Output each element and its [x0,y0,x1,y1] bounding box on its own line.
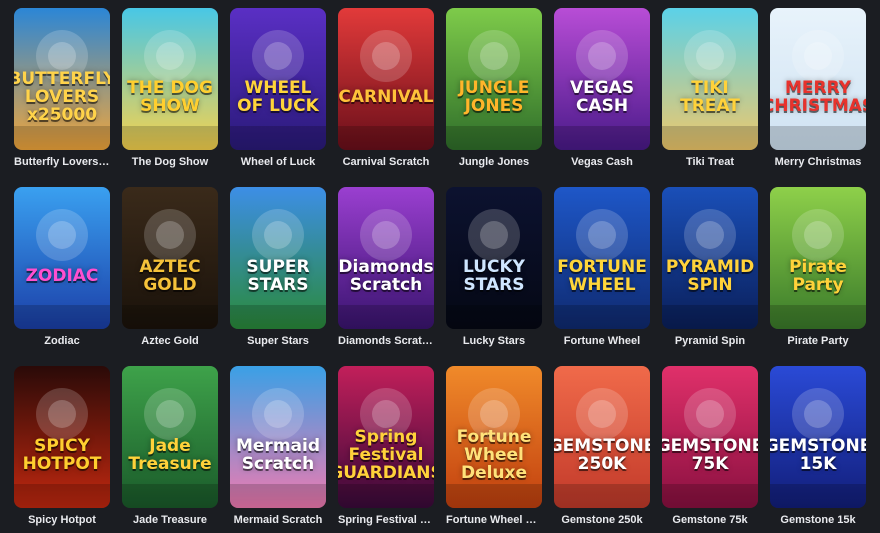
game-thumbnail[interactable]: GEMSTONE 75K [662,366,758,508]
game-title[interactable]: Zodiac [14,335,110,347]
game-thumbnail[interactable]: JUNGLE JONES [446,8,542,150]
game-thumbnail[interactable]: FORTUNE WHEEL [554,187,650,329]
game-thumbnail[interactable]: AZTEC GOLD [122,187,218,329]
game-title[interactable]: Jade Treasure [122,514,218,526]
game-logo-text: Jade Treasure [128,436,212,474]
game-title[interactable]: Gemstone 15k [770,514,866,526]
game-logo-text: SUPER STARS [246,257,310,295]
game-tile[interactable]: AZTEC GOLD Aztec Gold [122,187,218,347]
game-title[interactable]: Fortune Wheel [554,335,650,347]
game-thumbnail[interactable]: GEMSTONE 250K [554,366,650,508]
game-tile[interactable]: MERRY CHRISTMAS Merry Christmas [770,8,866,168]
game-logo-text: GEMSTONE 15K [770,436,866,474]
game-tile[interactable]: BUTTERFLY LOVERS x25000 Butterfly Lovers … [14,8,110,168]
game-logo-text: MERRY CHRISTMAS [770,78,866,116]
game-thumbnail[interactable]: SUPER STARS [230,187,326,329]
game-title[interactable]: Wheel of Luck [230,156,326,168]
game-logo-text: Diamonds Scratch [338,257,434,295]
game-title[interactable]: Diamonds Scratch [338,335,434,347]
game-logo-text: VEGAS CASH [569,78,635,116]
game-logo-text: BUTTERFLY LOVERS x25000 [14,69,110,125]
game-tile[interactable]: CARNIVAL Carnival Scratch [338,8,434,168]
game-logo-text: THE DOG SHOW [127,78,213,116]
zodiac-wheel-icon [14,209,110,329]
game-thumbnail[interactable]: VEGAS CASH [554,8,650,150]
game-tile[interactable]: WHEEL OF LUCK Wheel of Luck [230,8,326,168]
game-title[interactable]: Gemstone 75k [662,514,758,526]
game-tile[interactable]: Diamonds Scratch Diamonds Scratch [338,187,434,347]
game-tile[interactable]: VEGAS CASH Vegas Cash [554,8,650,168]
game-tile[interactable]: JUNGLE JONES Jungle Jones [446,8,542,168]
game-thumbnail[interactable]: THE DOG SHOW [122,8,218,150]
game-title[interactable]: Pirate Party [770,335,866,347]
game-title[interactable]: Aztec Gold [122,335,218,347]
game-logo-text: Spring Festival GUARDIANS [338,427,434,483]
game-logo-text: Fortune Wheel Deluxe [456,427,532,483]
game-tile[interactable]: ZODIAC Zodiac [14,187,110,347]
game-thumbnail[interactable]: TIKI TREAT [662,8,758,150]
game-thumbnail[interactable]: MERRY CHRISTMAS [770,8,866,150]
game-tile[interactable]: Pirate Party Pirate Party [770,187,866,347]
game-logo-text: WHEEL OF LUCK [237,78,319,116]
game-title[interactable]: Super Stars [230,335,326,347]
feather-icon [338,30,434,150]
game-title[interactable]: Merry Christmas [770,156,866,168]
game-thumbnail[interactable]: Spring Festival GUARDIANS [338,366,434,508]
game-tile[interactable]: Fortune Wheel Deluxe Fortune Wheel De... [446,366,542,526]
game-logo-text: AZTEC GOLD [139,257,201,295]
game-title[interactable]: Tiki Treat [662,156,758,168]
game-thumbnail[interactable]: ZODIAC [14,187,110,329]
game-title[interactable]: Pyramid Spin [662,335,758,347]
game-tile[interactable]: GEMSTONE 15K Gemstone 15k [770,366,866,526]
game-tile[interactable]: Jade Treasure Jade Treasure [122,366,218,526]
game-logo-text: PYRAMID SPIN [665,257,755,295]
game-logo-text: GEMSTONE 75K [662,436,758,474]
game-logo-text: FORTUNE WHEEL [557,257,647,295]
game-tile[interactable]: GEMSTONE 250K Gemstone 250k [554,366,650,526]
game-title[interactable]: Butterfly Lovers B... [14,156,110,168]
game-title[interactable]: Vegas Cash [554,156,650,168]
game-tile[interactable]: Mermaid Scratch Mermaid Scratch [230,366,326,526]
game-title[interactable]: Spring Festival Gu... [338,514,434,526]
game-tile[interactable]: SUPER STARS Super Stars [230,187,326,347]
game-logo-text: LUCKY STARS [463,257,525,295]
game-title[interactable]: Jungle Jones [446,156,542,168]
game-title[interactable]: Gemstone 250k [554,514,650,526]
game-tile[interactable]: GEMSTONE 75K Gemstone 75k [662,366,758,526]
game-tile[interactable]: SPICY HOTPOT Spicy Hotpot [14,366,110,526]
game-thumbnail[interactable]: Pirate Party [770,187,866,329]
game-tile[interactable]: Spring Festival GUARDIANS Spring Festival… [338,366,434,526]
game-thumbnail[interactable]: SPICY HOTPOT [14,366,110,508]
game-logo-text: Pirate Party [789,257,847,295]
game-thumbnail[interactable]: WHEEL OF LUCK [230,8,326,150]
game-logo-text: JUNGLE JONES [458,78,530,116]
game-tile[interactable]: LUCKY STARS Lucky Stars [446,187,542,347]
game-logo-text: GEMSTONE 250K [554,436,650,474]
game-tile[interactable]: FORTUNE WHEEL Fortune Wheel [554,187,650,347]
game-logo-text: CARNIVAL [338,87,434,108]
game-logo-text: SPICY HOTPOT [22,436,102,474]
game-logo-text: Mermaid Scratch [235,436,320,474]
game-thumbnail[interactable]: PYRAMID SPIN [662,187,758,329]
game-thumbnail[interactable]: Diamonds Scratch [338,187,434,329]
game-thumbnail[interactable]: Mermaid Scratch [230,366,326,508]
game-grid: BUTTERFLY LOVERS x25000 Butterfly Lovers … [0,0,880,533]
game-title[interactable]: Carnival Scratch [338,156,434,168]
game-tile[interactable]: TIKI TREAT Tiki Treat [662,8,758,168]
game-title[interactable]: Mermaid Scratch [230,514,326,526]
game-title[interactable]: Lucky Stars [446,335,542,347]
game-thumbnail[interactable]: BUTTERFLY LOVERS x25000 [14,8,110,150]
game-title[interactable]: Fortune Wheel De... [446,514,542,526]
game-logo-text: TIKI TREAT [680,78,740,116]
game-tile[interactable]: THE DOG SHOW The Dog Show [122,8,218,168]
game-title[interactable]: The Dog Show [122,156,218,168]
game-thumbnail[interactable]: CARNIVAL [338,8,434,150]
game-tile[interactable]: PYRAMID SPIN Pyramid Spin [662,187,758,347]
game-thumbnail[interactable]: GEMSTONE 15K [770,366,866,508]
game-title[interactable]: Spicy Hotpot [14,514,110,526]
game-thumbnail[interactable]: LUCKY STARS [446,187,542,329]
game-thumbnail[interactable]: Fortune Wheel Deluxe [446,366,542,508]
game-thumbnail[interactable]: Jade Treasure [122,366,218,508]
game-logo-text: ZODIAC [25,266,99,287]
